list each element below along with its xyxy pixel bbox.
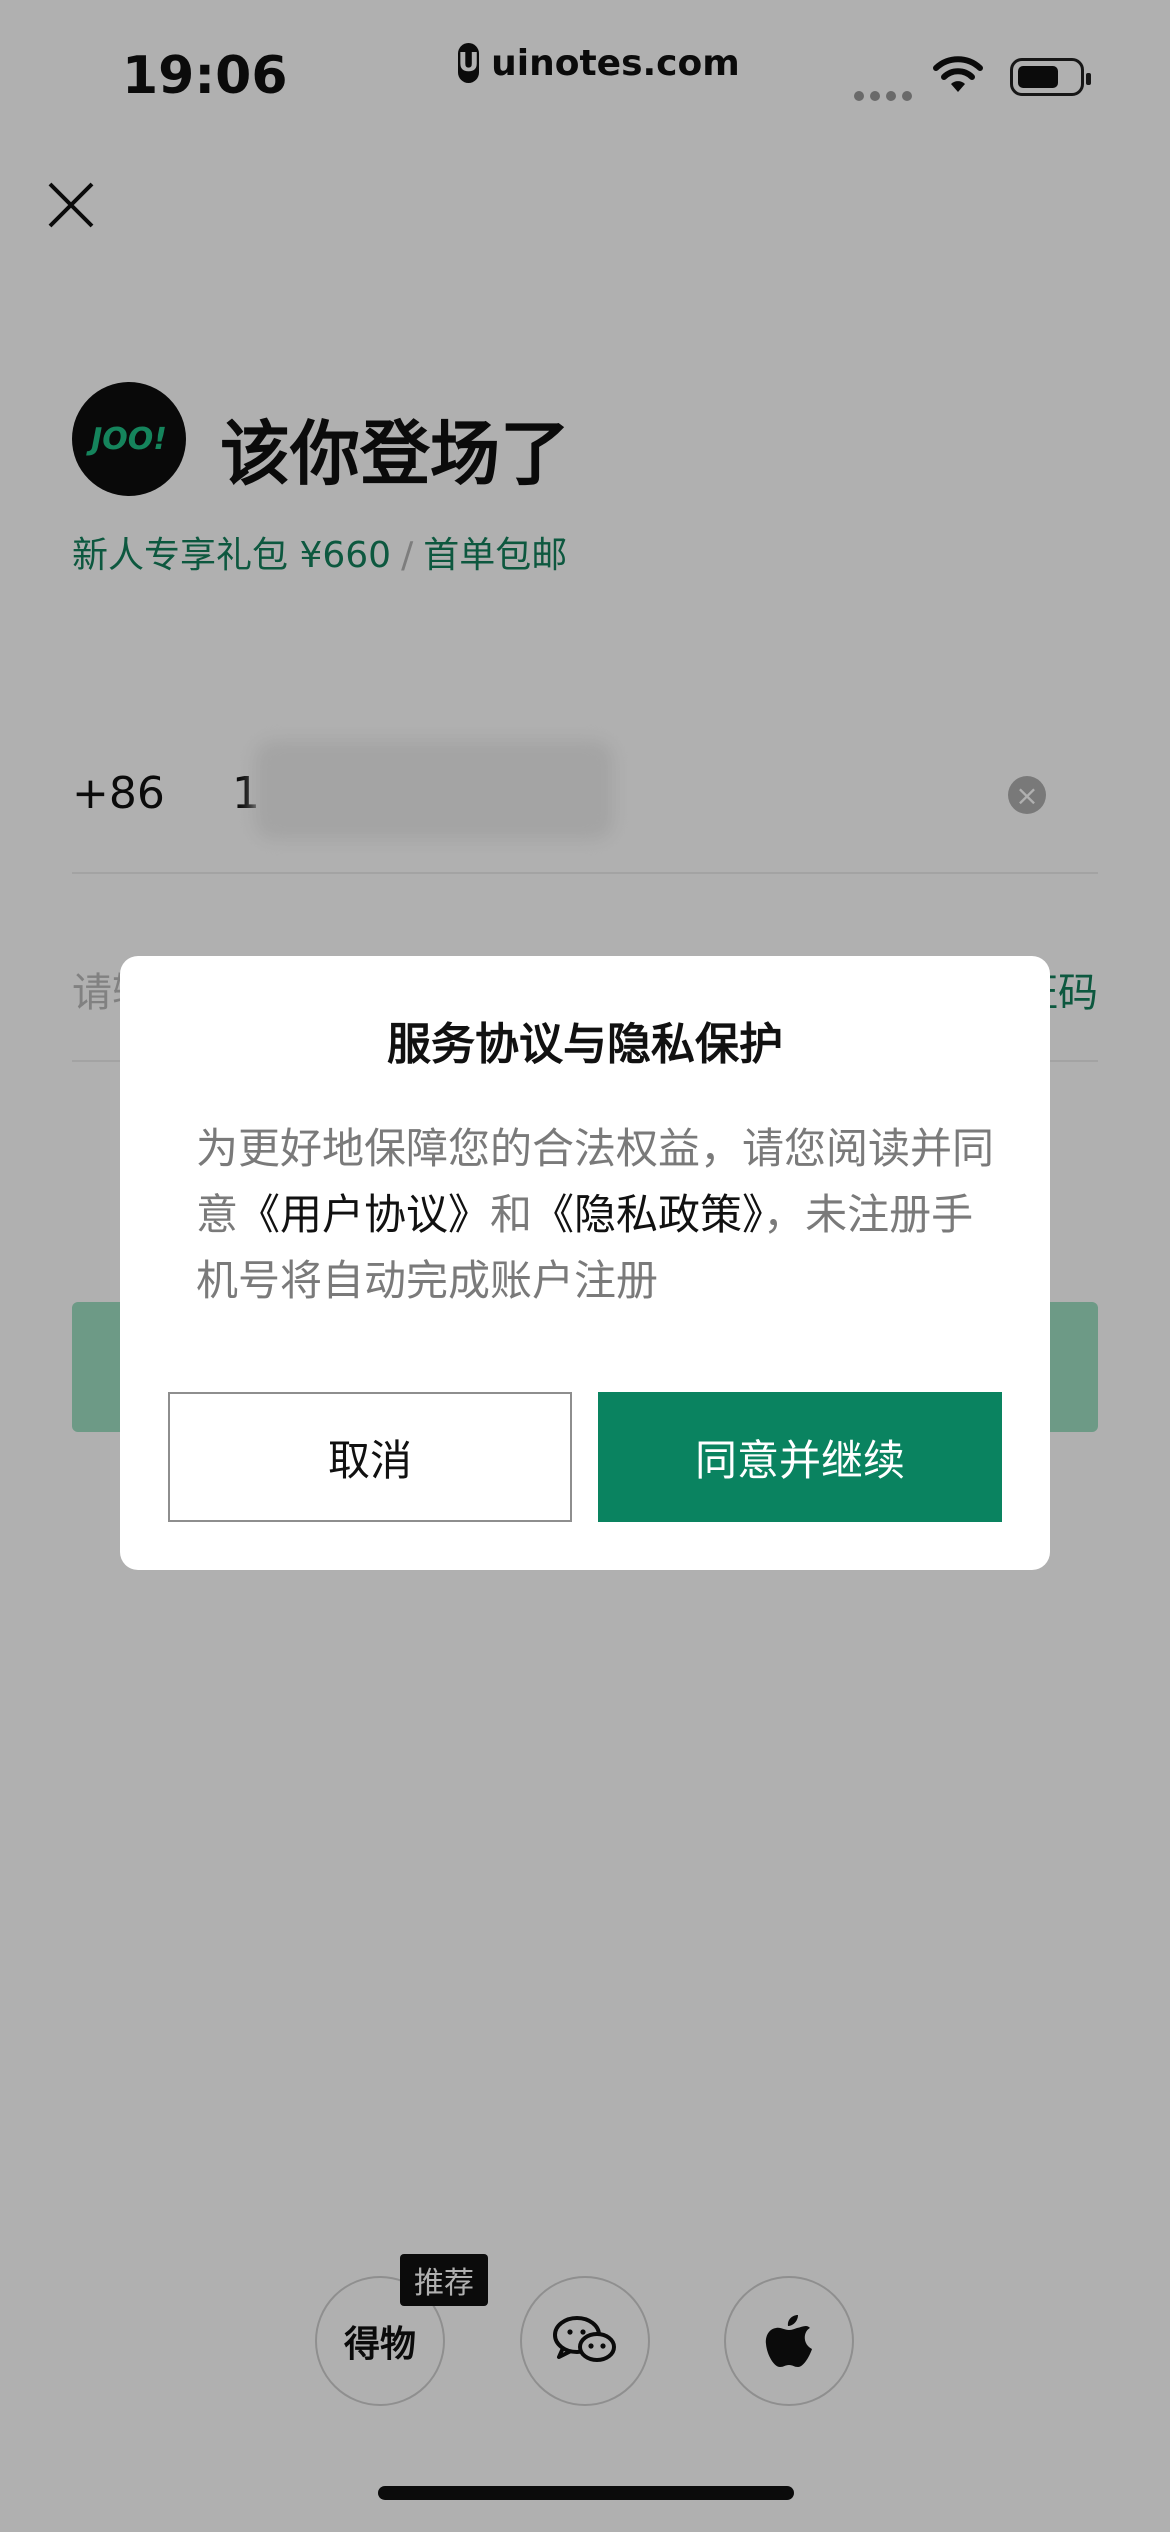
cancel-button[interactable]: 取消 [168,1392,572,1522]
privacy-dialog: 服务协议与隐私保护 为更好地保障您的合法权益，请您阅读并同意《用户协议》和《隐私… [120,956,1050,1570]
dialog-title: 服务协议与隐私保护 [387,1019,783,1070]
user-agreement-link[interactable]: 《用户协议》 [238,1190,490,1239]
dialog-body: 为更好地保障您的合法权益，请您阅读并同意《用户协议》和《隐私政策》，未注册手机号… [196,1116,996,1314]
dialog-body-and: 和 [490,1190,533,1239]
privacy-policy-link[interactable]: 《隐私政策》 [532,1190,763,1239]
agree-continue-button[interactable]: 同意并继续 [598,1392,1002,1522]
